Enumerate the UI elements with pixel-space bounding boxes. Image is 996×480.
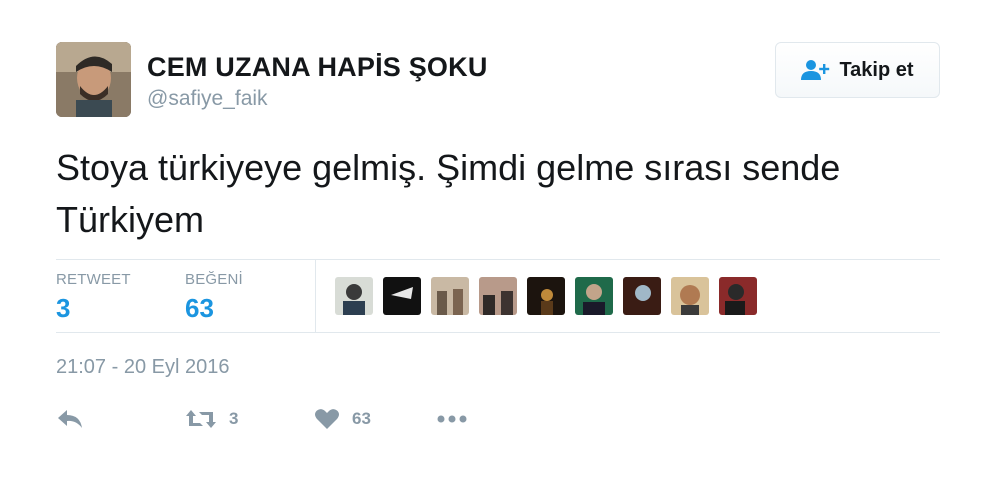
follow-button-label: Takip et [839,58,914,81]
like-stat-count[interactable]: 63 [185,293,214,324]
likers-list [335,277,757,315]
divider [56,259,940,260]
user-avatar-icon [575,277,613,315]
avatar[interactable] [56,42,131,117]
liker-avatar[interactable] [335,277,373,315]
screen-name[interactable]: @safiye_faik [147,87,268,111]
timestamp[interactable]: 21:07 - 20 Eyl 2016 [56,356,229,379]
user-avatar-icon [335,277,373,315]
user-avatar-icon [479,277,517,315]
reply-button[interactable] [56,402,84,436]
liker-avatar[interactable] [383,277,421,315]
retweet-button[interactable]: 3 [185,402,238,436]
user-avatar-icon [623,277,661,315]
like-button[interactable]: 63 [314,402,371,436]
retweet-stat-label: RETWEET [56,271,131,288]
user-avatar-icon [671,277,709,315]
profile-photo-icon [56,42,131,117]
user-avatar-icon [719,277,757,315]
divider [56,332,940,333]
display-name[interactable]: CEM UZANA HAPİS ŞOKU [147,52,488,83]
liker-avatar[interactable] [719,277,757,315]
liker-avatar[interactable] [575,277,613,315]
heart-icon [315,409,339,429]
liker-avatar[interactable] [623,277,661,315]
liker-avatar[interactable] [431,277,469,315]
more-icon [437,415,467,423]
tweet-card: CEM UZANA HAPİS ŞOKU @safiye_faik Takip … [0,0,996,480]
user-avatar-icon [431,277,469,315]
follow-button[interactable]: Takip et [775,42,940,98]
divider [315,260,316,332]
like-count: 63 [352,409,371,428]
liker-avatar[interactable] [479,277,517,315]
reply-icon [58,410,82,428]
like-stat-label: BEĞENİ [185,271,243,288]
user-avatar-icon [527,277,565,315]
tweet-text: Stoya türkiyeye gelmiş. Şimdi gelme sıra… [56,147,841,240]
retweet-stat-count[interactable]: 3 [56,293,70,324]
liker-avatar[interactable] [527,277,565,315]
retweet-icon [186,410,216,428]
add-user-icon [801,60,830,80]
retweet-count: 3 [229,409,239,428]
liker-avatar[interactable] [671,277,709,315]
user-avatar-icon [383,277,421,315]
more-button[interactable] [437,402,467,436]
